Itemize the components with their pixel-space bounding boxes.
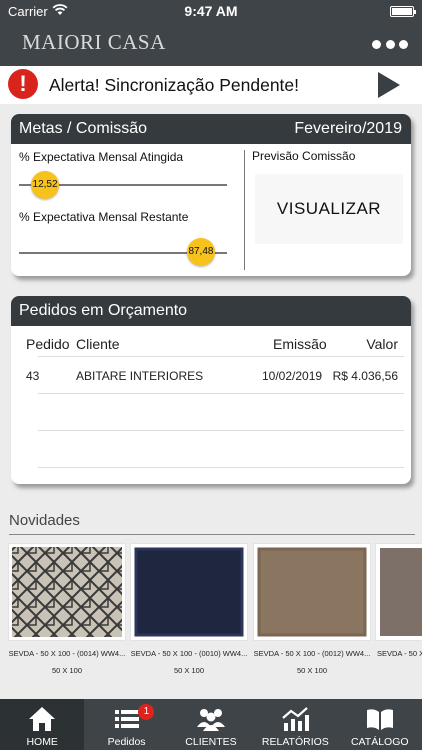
row-divider (38, 430, 404, 431)
expectativa-column: % Expectativa Mensal Atingida 12,52 % Ex… (11, 144, 243, 276)
product-size: 50 X 100 (296, 666, 328, 675)
play-icon[interactable] (378, 72, 400, 98)
column-header-cliente: Cliente (76, 336, 120, 352)
novidades-carousel[interactable]: SEVDA - 50 X 100 - (0014) WW4... 50 X 10… (0, 543, 422, 683)
product-size: 50 X 100 (173, 666, 205, 675)
product-image (375, 543, 422, 641)
row-divider (38, 393, 404, 394)
status-bar: Carrier 9:47 AM (0, 0, 422, 22)
cell-emissao: 10/02/2019 (262, 369, 323, 383)
column-header-valor: Valor (366, 336, 398, 352)
pedidos-card-header: Pedidos em Orçamento (11, 296, 411, 326)
pedidos-title: Pedidos em Orçamento (19, 302, 188, 319)
nav-home-label: HOME (26, 736, 58, 748)
app-header: MAIORI CASA (0, 22, 422, 66)
column-header-emissao: Emissão (273, 336, 327, 352)
book-icon (366, 709, 393, 730)
nav-relatorios-label: RELATÓRIOS (261, 736, 329, 748)
home-icon (29, 707, 56, 731)
row-divider (38, 467, 404, 468)
previsao-column: Previsão Comissão VISUALIZAR (245, 144, 411, 276)
metas-card: Metas / Comissão Fevereiro/2019 % Expect… (11, 114, 411, 276)
product-card[interactable]: SEVDA - 50 X 100 - (0010) WW4... 50 X 10… (130, 543, 248, 683)
users-icon (196, 709, 225, 731)
product-name: SEVDA - 50 X 100 - (0014) WW4... (8, 649, 126, 658)
novidades-title: Novidades (9, 512, 80, 529)
nav-pedidos[interactable]: 1 Pedidos (84, 699, 168, 750)
alert-text: Alerta! Sincronização Pendente! (49, 75, 300, 95)
product-card[interactable]: SEVDA - 50 X 100 - (0012) WW4... 50 X 10… (253, 543, 371, 683)
nav-catalogo[interactable]: CATÁLOGO (338, 699, 422, 750)
row-divider (38, 356, 404, 357)
cell-valor: R$ 4.036,56 (332, 369, 398, 383)
column-header-pedido: Pedido (26, 336, 70, 352)
product-name: SEVDA - 50 X 100 - (0010) WW4... (130, 649, 248, 658)
alert-icon: ! (8, 69, 38, 99)
metas-title: Metas / Comissão (19, 120, 148, 137)
cell-pedido: 43 (26, 369, 40, 383)
visualizar-button[interactable]: VISUALIZAR (255, 174, 403, 244)
previsao-comissao-label: Previsão Comissão (252, 149, 356, 163)
product-card[interactable]: SEVDA - 50 X 100 - (0014) WW4... 50 X 10… (8, 543, 126, 683)
expectativa-restante-label: % Expectativa Mensal Restante (19, 210, 189, 224)
nav-pedidos-label: Pedidos (107, 736, 146, 748)
product-image (8, 543, 126, 641)
novidades-divider (9, 534, 415, 535)
product-card[interactable]: SEVDA - 50 X 100 (375, 543, 422, 683)
nav-clientes-label: CLIENTES (185, 736, 237, 748)
product-image (130, 543, 248, 641)
chart-icon (282, 707, 310, 731)
expectativa-atingida-label: % Expectativa Mensal Atingida (19, 150, 184, 164)
nav-catalogo-label: CATÁLOGO (350, 736, 409, 748)
cell-cliente: ABITARE INTERIORES (76, 369, 204, 383)
pedidos-badge: 1 (138, 704, 155, 720)
product-name: SEVDA - 50 X 100 (377, 649, 422, 658)
nav-home[interactable]: HOME (0, 699, 85, 750)
expectativa-atingida-slider-knob[interactable]: 12,52 (31, 171, 60, 199)
clock: 9:47 AM (184, 3, 238, 19)
expectativa-restante-slider-knob[interactable]: 87,48 (186, 238, 215, 266)
sync-alert-bar[interactable]: ! Alerta! Sincronização Pendente! (0, 66, 422, 104)
battery-icon (390, 6, 416, 17)
nav-clientes[interactable]: CLIENTES (169, 699, 253, 750)
product-name: SEVDA - 50 X 100 - (0012) WW4... (253, 649, 371, 658)
metas-period: Fevereiro/2019 (294, 120, 402, 137)
product-image (253, 543, 371, 641)
nav-relatorios[interactable]: RELATÓRIOS (253, 699, 337, 750)
bottom-nav: HOME 1 Pedidos CLIENTES RELATÓRIOS CATÁL… (0, 699, 422, 750)
product-size: 50 X 100 (51, 666, 83, 675)
pedidos-card: Pedidos em Orçamento Pedido Cliente Emis… (11, 296, 411, 484)
more-options-icon[interactable] (372, 36, 408, 52)
metas-card-header: Metas / Comissão Fevereiro/2019 (11, 114, 411, 144)
list-icon (114, 710, 139, 728)
brand-logo: MAIORI CASA (22, 30, 166, 54)
